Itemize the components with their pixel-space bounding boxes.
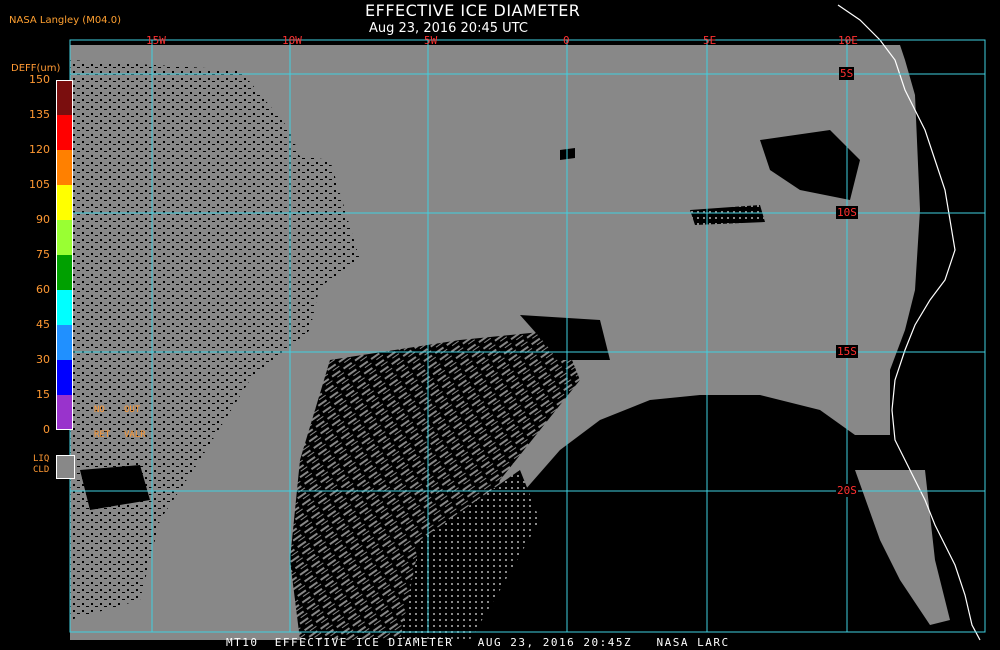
lon-label-10w: 10W bbox=[282, 34, 302, 47]
legend-tick-15: 15 bbox=[36, 388, 50, 401]
liquid-cloud-field bbox=[70, 45, 920, 640]
legend-tick-150: 150 bbox=[29, 73, 50, 86]
out-valr-bottom: VALR bbox=[124, 430, 146, 440]
no-ret-bottom: RET bbox=[94, 430, 111, 440]
legend-tick-0: 0 bbox=[43, 423, 50, 436]
lon-label-5e: 5E bbox=[703, 34, 717, 47]
out-valr-top: OUT bbox=[124, 405, 141, 415]
lat-label-15s: 15S bbox=[836, 345, 858, 358]
lat-label-5s: 5S bbox=[839, 67, 855, 80]
legend-tick-90: 90 bbox=[36, 213, 50, 226]
legend-tick-60: 60 bbox=[36, 283, 50, 296]
legend-tick-105: 105 bbox=[29, 178, 50, 191]
legend-tick-30: 30 bbox=[36, 353, 50, 366]
legend-color-bar-frame bbox=[56, 80, 73, 430]
coastal-cloud bbox=[855, 470, 950, 625]
legend-tick-75: 75 bbox=[36, 248, 50, 261]
no-ret-top: NO bbox=[94, 405, 105, 415]
lon-label-0: 0 bbox=[563, 34, 570, 47]
liq-label-top: LIQ bbox=[33, 454, 50, 464]
legend-tick-135: 135 bbox=[29, 108, 50, 121]
map-title: EFFECTIVE ICE DIAMETER bbox=[365, 1, 581, 20]
legend-tick-45: 45 bbox=[36, 318, 50, 331]
map-subtitle: Aug 23, 2016 20:45 UTC bbox=[369, 21, 528, 36]
lat-label-20s: 20S bbox=[836, 484, 858, 497]
lon-label-10e: 10E bbox=[838, 34, 858, 47]
lon-label-5w: 5W bbox=[424, 34, 438, 47]
legend-tick-120: 120 bbox=[29, 143, 50, 156]
lon-label-15w: 15W bbox=[146, 34, 166, 47]
liq-label-bottom: CLD bbox=[33, 465, 50, 475]
lat-label-10s: 10S bbox=[836, 206, 858, 219]
liquid-cloud-swatch bbox=[56, 455, 75, 479]
footer-caption: MT10 EFFECTIVE ICE DIAMETER AUG 23, 2016… bbox=[226, 636, 730, 649]
satellite-map bbox=[69, 4, 986, 641]
color-legend: DEFF(um) 150 135 120 105 90 75 60 45 30 15 0 NO RE… bbox=[0, 0, 146, 650]
